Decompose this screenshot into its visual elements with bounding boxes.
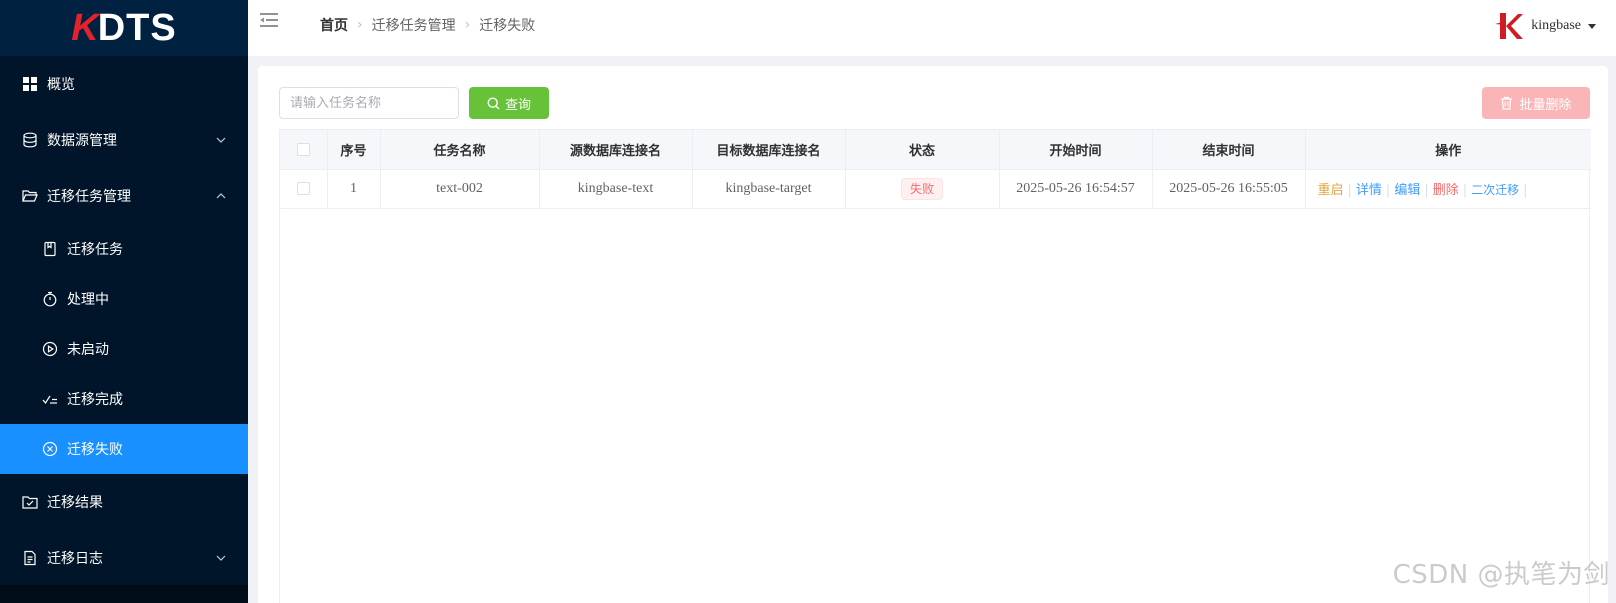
batch-delete-button[interactable]: 批量删除: [1482, 87, 1590, 119]
menu-fold-icon[interactable]: [260, 12, 278, 28]
row-task-name: text-002: [380, 169, 540, 209]
sidebar-item-datasource[interactable]: 数据源管理: [0, 112, 248, 168]
sidebar-item-label: 数据源管理: [47, 133, 117, 149]
sidebar-item-label: 处理中: [67, 292, 109, 308]
sidebar-item-processing[interactable]: 处理中: [0, 274, 248, 324]
watermark: CSDN @执笔为剑: [1392, 560, 1610, 590]
breadcrumb-current: 迁移失败: [479, 18, 536, 34]
table-header-row: 序号 任务名称 源数据库连接名 目标数据库连接名 状态 开始时间 结束时间 操作: [280, 130, 1591, 170]
sidebar-item-label: 迁移任务: [67, 242, 123, 258]
sidebar-item-completed[interactable]: 迁移完成: [0, 374, 248, 424]
select-all-checkbox[interactable]: [296, 142, 310, 156]
database-icon: [22, 132, 38, 148]
breadcrumb-separator-icon: ›: [464, 17, 471, 33]
action-separator: |: [1462, 183, 1468, 198]
edit-action[interactable]: 编辑: [1394, 183, 1420, 198]
close-circle-icon: [42, 441, 58, 457]
play-circle-icon: [42, 341, 58, 357]
column-header: 任务名称: [380, 130, 540, 170]
sidebar-item-label: 迁移失败: [67, 442, 123, 458]
action-separator: |: [1385, 183, 1391, 198]
notebook-icon: [42, 241, 58, 257]
select-all-cell: [280, 130, 328, 170]
folder-checked-icon: [22, 494, 38, 510]
check-list-icon: [42, 391, 58, 407]
batch-delete-label: 批量删除: [1519, 97, 1572, 113]
column-header: 操作: [1305, 130, 1591, 170]
sidebar-item-label: 迁移结果: [47, 495, 103, 511]
stopwatch-icon: [42, 291, 58, 307]
logo-text: DTS: [97, 6, 177, 49]
document-icon: [22, 550, 38, 566]
grid-icon: [22, 76, 38, 92]
sidebar-item-label: 迁移完成: [67, 392, 123, 408]
sidebar-item-tasks[interactable]: 迁移任务: [0, 224, 248, 274]
chevron-up-icon[interactable]: [216, 191, 226, 201]
row-index: 1: [327, 169, 381, 209]
sidebar-item-not-started[interactable]: 未启动: [0, 324, 248, 374]
sidebar-item-logs[interactable]: 迁移日志: [0, 530, 248, 586]
chevron-down-icon[interactable]: [216, 553, 226, 563]
username: kingbase: [1531, 18, 1581, 33]
detail-action[interactable]: 详情: [1356, 183, 1382, 198]
chevron-down-icon[interactable]: [216, 135, 226, 145]
task-name-search-input[interactable]: [279, 87, 459, 119]
row-target: kingbase-target: [692, 169, 846, 209]
sidebar: K DTS 概览 数据源管理 迁移任务管理 迁移任务 处理中 未启动 迁移完成 …: [0, 0, 248, 603]
sidebar-item-label: 概览: [47, 77, 75, 93]
restart-action[interactable]: 重启: [1318, 183, 1344, 198]
column-header: 序号: [327, 130, 381, 170]
action-separator: |: [1347, 183, 1352, 198]
delete-action[interactable]: 删除: [1433, 183, 1459, 198]
row-actions: 重启 | 详情 | 编辑 | 删除 | 二次迁移 |: [1305, 169, 1591, 209]
column-header: 结束时间: [1152, 130, 1306, 170]
search-icon: [487, 96, 500, 109]
action-separator: |: [1523, 183, 1528, 198]
row-end-time: 2025-05-26 16:55:05: [1152, 169, 1306, 209]
sidebar-item-results[interactable]: 迁移结果: [0, 474, 248, 530]
sidebar-item-label: 迁移任务管理: [47, 189, 131, 205]
breadcrumb: 首页 › 迁移任务管理 › 迁移失败: [320, 15, 535, 35]
caret-down-icon: [1588, 23, 1596, 29]
sidebar-footer: [0, 585, 248, 603]
app-logo: K DTS: [0, 0, 248, 56]
action-separator: |: [1424, 183, 1429, 198]
column-header: 目标数据库连接名: [692, 130, 846, 170]
kingbase-logo-icon: [1495, 13, 1524, 39]
table-row: 1 text-002 kingbase-text kingbase-target…: [280, 169, 1591, 209]
task-table: 序号 任务名称 源数据库连接名 目标数据库连接名 状态 开始时间 结束时间 操作…: [279, 129, 1591, 603]
row-source: kingbase-text: [539, 169, 693, 209]
query-button-label: 查询: [504, 97, 531, 113]
sidebar-item-task-management[interactable]: 迁移任务管理: [0, 168, 248, 224]
row-select-cell: [280, 169, 328, 209]
sidebar-item-label: 迁移日志: [47, 551, 103, 567]
sidebar-item-failed[interactable]: 迁移失败: [0, 424, 248, 474]
folder-open-icon: [22, 188, 38, 204]
breadcrumb-home[interactable]: 首页: [320, 15, 348, 35]
top-header: 首页 › 迁移任务管理 › 迁移失败 kingbase: [248, 0, 1616, 56]
row-start-time: 2025-05-26 16:54:57: [999, 169, 1153, 209]
user-dropdown[interactable]: kingbase: [1493, 10, 1596, 42]
sidebar-item-overview[interactable]: 概览: [0, 56, 248, 112]
status-badge: 失败: [900, 177, 943, 200]
row-checkbox[interactable]: [296, 181, 310, 195]
second-migration-action[interactable]: 二次迁移: [1471, 183, 1519, 197]
sidebar-item-label: 未启动: [67, 342, 109, 358]
breadcrumb-separator-icon: ›: [357, 17, 363, 33]
query-button[interactable]: 查询: [469, 87, 549, 119]
column-header: 开始时间: [999, 130, 1153, 170]
row-status-cell: 失败: [845, 169, 1000, 209]
column-header: 源数据库连接名: [539, 130, 693, 170]
breadcrumb-task-management[interactable]: 迁移任务管理: [372, 15, 456, 35]
trash-icon: [1501, 96, 1513, 110]
logo-k: K: [71, 6, 100, 49]
content-card: 查询 批量删除 序号 任务名称 源数据库连接名 目标数据库连接名 状态 开始时间…: [258, 66, 1608, 603]
column-header: 状态: [845, 130, 1000, 170]
